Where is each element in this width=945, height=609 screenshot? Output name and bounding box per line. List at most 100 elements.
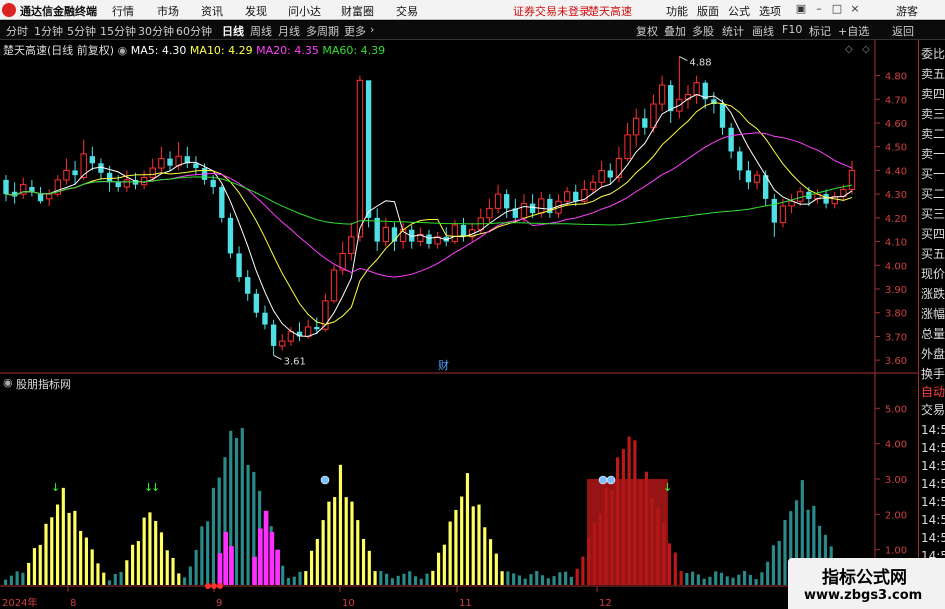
- menu-caifuquan[interactable]: 财富圈: [341, 3, 374, 19]
- period-daily[interactable]: 日线: [222, 23, 244, 39]
- menu-hangqing[interactable]: 行情: [112, 3, 134, 19]
- candle-body-down: [771, 198, 777, 223]
- indicator-bar: [413, 576, 418, 585]
- indicator-bar: [4, 579, 8, 585]
- minimize-icon[interactable]: –: [812, 2, 826, 16]
- close-icon[interactable]: ×: [848, 2, 862, 16]
- candle-body-down: [72, 170, 78, 176]
- tool-diejia[interactable]: 叠加: [664, 23, 686, 39]
- indicator-bar: [194, 549, 198, 585]
- arrow-down-icon: ↓: [151, 481, 160, 494]
- trade-time: 14:56: [921, 477, 945, 491]
- indicator-bar: [748, 574, 752, 585]
- indicator-bar: [402, 573, 406, 585]
- period-monthly[interactable]: 月线: [278, 23, 300, 39]
- indicator-axis-label: 4.00: [885, 440, 907, 451]
- tool-biaoji[interactable]: 标记: [809, 23, 831, 39]
- tool-add-favorite[interactable]: +自选: [838, 23, 869, 39]
- indicator-bar: [454, 509, 458, 585]
- quote-field-label: 委比: [921, 47, 945, 61]
- signal-ball-icon: [598, 475, 608, 485]
- indicator-bar: [211, 487, 216, 585]
- indicator-bar: [471, 506, 475, 585]
- price-axis-label: 4.00: [885, 261, 907, 272]
- indicator-bar: [44, 523, 48, 585]
- tool-f10[interactable]: F10: [782, 23, 802, 36]
- period-1min[interactable]: 1分钟: [34, 23, 63, 39]
- indicator-bar: [315, 538, 319, 585]
- indicator-bar: [558, 572, 562, 585]
- ma10-line: [5, 102, 853, 325]
- candle-body-up: [45, 193, 53, 200]
- period-5min[interactable]: 5分钟: [67, 23, 96, 39]
- candle-body-down: [270, 324, 277, 346]
- trade-detail-label[interactable]: 交易: [921, 402, 945, 418]
- indicator-bar: [9, 575, 13, 585]
- tool-duogu[interactable]: 多股: [692, 23, 714, 39]
- period-60min[interactable]: 60分钟: [176, 23, 212, 39]
- trade-time: 14:56: [921, 459, 945, 473]
- indicator-bar: [182, 577, 187, 585]
- candle-body-down: [89, 156, 96, 164]
- ma5-line: [5, 93, 853, 337]
- candle-body-up: [279, 340, 286, 347]
- diamond-icon: ◇: [845, 44, 853, 55]
- candle-body-up: [304, 326, 312, 337]
- trade-time: 14:56: [921, 513, 945, 527]
- indicator-bar: [327, 501, 331, 585]
- indicator-bar: [390, 578, 394, 585]
- indicator-axis-label: 2.00: [885, 510, 907, 521]
- candlestick-series: [3, 56, 856, 356]
- candle-body-up: [356, 79, 364, 238]
- chart-canvas[interactable]: 4.80 4.70 4.60 4.50 4.40 4.30 4.20 4.10 4.00 3.90…: [0, 40, 918, 609]
- period-fenshi[interactable]: 分时: [6, 23, 28, 39]
- skin-icon[interactable]: ▣: [794, 2, 808, 16]
- tool-fuquan[interactable]: 复权: [636, 23, 658, 39]
- price-axis-label: 4.40: [885, 166, 907, 177]
- quote-field-label: 买五: [921, 247, 945, 261]
- indicator-bar: [477, 504, 481, 585]
- indicator-axis-label: 1.00: [885, 546, 907, 557]
- menu-gongneng[interactable]: 功能: [666, 3, 688, 19]
- price-axis-label: 4.60: [885, 119, 907, 130]
- chevron-right-icon[interactable]: ›: [370, 23, 374, 36]
- maximize-icon[interactable]: □: [830, 2, 844, 16]
- candle-body-up: [382, 226, 390, 243]
- menu-banmian[interactable]: 版面: [697, 3, 719, 19]
- period-weekly[interactable]: 周线: [250, 23, 272, 39]
- menu-jiaoyi[interactable]: 交易: [396, 3, 418, 19]
- login-notice[interactable]: 证券交易未登录: [513, 3, 590, 19]
- period-15min[interactable]: 15分钟: [100, 23, 136, 39]
- period-multi[interactable]: 多周期: [306, 23, 339, 39]
- indicator-bar: [131, 544, 135, 585]
- tool-tongji[interactable]: 统计: [722, 23, 744, 39]
- menu-faxian[interactable]: 发现: [245, 3, 267, 19]
- tool-huaxian[interactable]: 画线: [752, 23, 774, 39]
- indicator-bar: [506, 571, 510, 585]
- indicator-bar: [483, 527, 487, 585]
- candle-body-down: [262, 312, 268, 325]
- quote-field-label: 卖一: [921, 147, 945, 161]
- menu-shichang[interactable]: 市场: [157, 3, 179, 19]
- candle-body-up: [149, 167, 156, 179]
- candle-body-up: [348, 236, 355, 254]
- time-axis: 2024年 8 9 10 11 12: [2, 586, 612, 609]
- indicator-bar: [488, 539, 493, 585]
- indicator-bar: [159, 532, 164, 585]
- candle-body-up: [779, 205, 787, 224]
- tool-back[interactable]: 返回: [892, 23, 914, 39]
- indicator-bar: [79, 530, 83, 585]
- price-axis-label: 4.70: [885, 95, 907, 106]
- menu-zixun[interactable]: 资讯: [201, 3, 223, 19]
- quote-field-label: 买四: [921, 227, 945, 241]
- indicator-bar: [73, 510, 77, 585]
- menu-gongshi[interactable]: 公式: [728, 3, 750, 19]
- period-30min[interactable]: 30分钟: [138, 23, 174, 39]
- menu-xuanxiang[interactable]: 选项: [759, 3, 781, 19]
- candle-body-down: [227, 217, 234, 254]
- menu-wenxiaoda[interactable]: 问小达: [288, 3, 321, 19]
- auto-mode-label[interactable]: 自动: [921, 384, 945, 400]
- user-label[interactable]: 游客: [896, 3, 918, 19]
- indicator-settings-icon[interactable]: ◉: [3, 376, 13, 389]
- period-more[interactable]: 更多: [344, 23, 366, 39]
